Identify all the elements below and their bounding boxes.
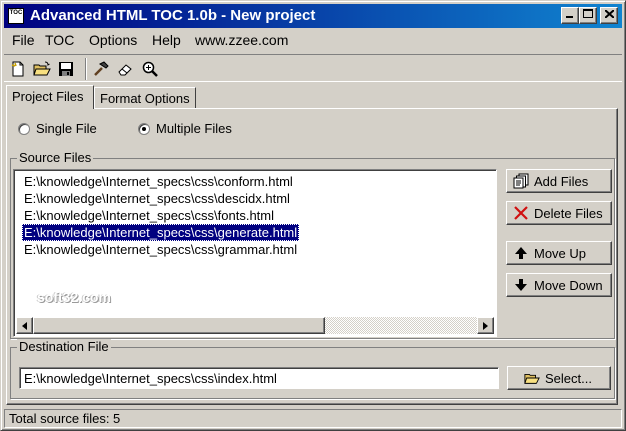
multiple-files-label: Multiple Files: [156, 121, 232, 136]
app-icon: TOC: [8, 8, 24, 24]
tab-project-files[interactable]: Project Files: [6, 85, 94, 109]
move-down-label: Move Down: [534, 277, 603, 293]
maximize-icon: [583, 9, 593, 18]
add-files-label: Add Files: [534, 173, 589, 189]
arrow-down-icon: [513, 277, 529, 293]
preview-button[interactable]: [139, 58, 161, 80]
list-item-selected[interactable]: E:\knowledge\Internet_specs\css\generate…: [22, 224, 300, 241]
status-text: Total source files: 5: [9, 411, 121, 426]
single-file-label: Single File: [36, 121, 97, 136]
delete-files-label: Delete Files: [534, 205, 603, 221]
zoom-icon: [142, 61, 158, 77]
delete-x-icon: [513, 205, 529, 221]
new-file-icon: [11, 61, 24, 77]
window-title: Advanced HTML TOC 1.0b - New project: [30, 7, 316, 24]
menu-file[interactable]: File: [12, 32, 35, 48]
menu-help[interactable]: Help: [152, 32, 181, 48]
new-button[interactable]: [7, 58, 29, 80]
move-up-button[interactable]: Move Up: [506, 241, 612, 265]
build-hammer-icon: [94, 61, 109, 76]
arrow-right-icon: [483, 321, 488, 330]
close-icon: [603, 9, 615, 19]
build-button[interactable]: [90, 58, 112, 80]
destination-file-input[interactable]: [19, 367, 499, 389]
move-up-label: Move Up: [534, 245, 587, 261]
tab-format-options[interactable]: Format Options: [94, 87, 196, 109]
horizontal-scrollbar[interactable]: [16, 317, 494, 334]
source-files-list[interactable]: E:\knowledge\Internet_specs\css\conform.…: [13, 169, 497, 337]
open-button[interactable]: [31, 58, 53, 80]
destination-file-label: Destination File: [17, 339, 111, 354]
menu-website[interactable]: www.zzee.com: [195, 32, 288, 48]
add-files-button[interactable]: Add Files: [506, 169, 612, 193]
list-item[interactable]: E:\knowledge\Internet_specs\css\fonts.ht…: [22, 207, 299, 224]
watermark: soft32.com: [37, 289, 111, 305]
single-file-option[interactable]: Single File: [18, 121, 97, 136]
select-button[interactable]: Select...: [507, 366, 611, 390]
list-item[interactable]: E:\knowledge\Internet_specs\css\descidx.…: [22, 190, 299, 207]
multiple-files-radio[interactable]: [138, 122, 150, 135]
close-button[interactable]: [600, 7, 618, 24]
source-files-label: Source Files: [17, 150, 94, 165]
select-label: Select...: [545, 370, 592, 386]
list-item[interactable]: E:\knowledge\Internet_specs\css\conform.…: [22, 173, 299, 190]
open-folder-icon: [33, 61, 51, 76]
delete-files-button[interactable]: Delete Files: [506, 201, 612, 225]
arrow-up-icon: [513, 245, 529, 261]
menu-bar: File TOC Options Help www.zzee.com: [4, 29, 622, 51]
toolbar: [4, 54, 622, 82]
menu-options[interactable]: Options: [89, 32, 137, 48]
single-file-radio[interactable]: [18, 122, 30, 135]
toolbar-separator: [85, 58, 87, 80]
save-button[interactable]: [55, 58, 77, 80]
open-folder-icon: [524, 370, 540, 386]
multiple-files-option[interactable]: Multiple Files: [138, 121, 232, 136]
clear-button[interactable]: [114, 58, 136, 80]
scroll-right-button[interactable]: [477, 317, 494, 334]
scroll-left-button[interactable]: [16, 317, 33, 334]
minimize-button[interactable]: [561, 7, 579, 24]
save-icon: [59, 62, 73, 76]
add-files-icon: [513, 173, 529, 189]
maximize-button[interactable]: [579, 7, 597, 24]
arrow-left-icon: [22, 321, 27, 330]
eraser-icon: [118, 64, 132, 76]
status-bar: Total source files: 5: [4, 409, 622, 428]
title-bar[interactable]: TOC Advanced HTML TOC 1.0b - New project: [4, 4, 622, 28]
source-files-rows: E:\knowledge\Internet_specs\css\conform.…: [22, 173, 300, 258]
scroll-thumb[interactable]: [33, 317, 325, 334]
menu-toc[interactable]: TOC: [45, 32, 74, 48]
move-down-button[interactable]: Move Down: [506, 273, 612, 297]
list-item[interactable]: E:\knowledge\Internet_specs\css\grammar.…: [22, 241, 299, 258]
app-window: TOC Advanced HTML TOC 1.0b - New project…: [0, 0, 626, 431]
minimize-icon: [566, 16, 573, 18]
